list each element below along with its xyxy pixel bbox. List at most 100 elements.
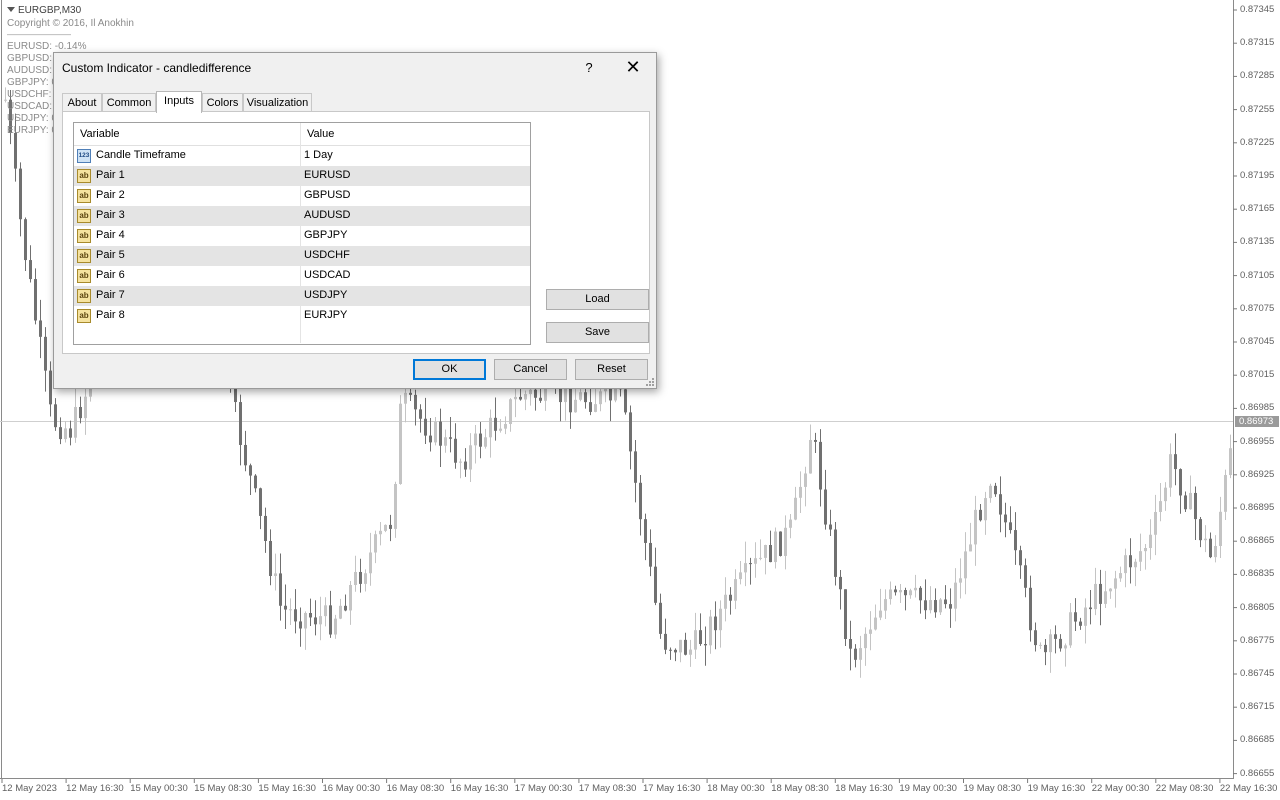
- candle-body: [1199, 519, 1202, 541]
- candle-body: [624, 389, 627, 413]
- candle-body: [309, 613, 312, 618]
- candle-body: [59, 427, 62, 440]
- candle-body: [569, 387, 572, 413]
- candle-body: [1089, 607, 1092, 610]
- collapse-triangle-icon[interactable]: [7, 7, 15, 12]
- candle-body: [904, 590, 907, 596]
- symbol-title[interactable]: EURGBP,M30: [7, 5, 81, 16]
- input-row[interactable]: ab Pair 4 GBPJPY: [74, 226, 530, 246]
- candle-body: [844, 589, 847, 639]
- candle-body: [714, 616, 717, 631]
- candle-body: [584, 392, 587, 403]
- indicator-value-line: USDCHF:: [7, 89, 52, 100]
- save-button[interactable]: Save: [546, 322, 649, 343]
- indicator-copyright: Copyright © 2016, Il Anokhin: [7, 18, 134, 29]
- candle-body: [254, 475, 257, 489]
- candle-body: [484, 437, 487, 447]
- reset-button[interactable]: Reset: [575, 359, 648, 380]
- candle-body: [444, 437, 447, 446]
- input-value[interactable]: USDCAD: [304, 269, 350, 281]
- candle-body: [239, 402, 242, 445]
- input-value[interactable]: AUDUSD: [304, 209, 350, 221]
- candle-body: [509, 399, 512, 424]
- column-variable-header[interactable]: Variable: [80, 128, 120, 140]
- candle-body: [1149, 534, 1152, 548]
- cancel-button[interactable]: Cancel: [494, 359, 567, 380]
- input-row[interactable]: ab Pair 6 USDCAD: [74, 266, 530, 286]
- candle-body: [1014, 530, 1017, 551]
- tab-common[interactable]: Common: [102, 93, 156, 111]
- candle-body: [29, 260, 32, 280]
- resize-grip-icon[interactable]: [646, 378, 654, 386]
- candle-body: [1129, 555, 1132, 568]
- input-row[interactable]: ab Pair 3 AUDUSD: [74, 206, 530, 226]
- help-button[interactable]: ?: [584, 60, 594, 75]
- candle-body: [1204, 538, 1207, 541]
- tab-about[interactable]: About: [62, 93, 102, 111]
- candle-body: [1069, 612, 1072, 646]
- tab-inputs[interactable]: Inputs: [156, 91, 202, 113]
- input-variable-name: Pair 1: [96, 169, 125, 181]
- symbol-title-text: EURGBP,M30: [18, 5, 82, 16]
- candle-body: [1084, 607, 1087, 626]
- candle-body: [929, 600, 932, 611]
- price-tick-label: 0.86865: [1240, 535, 1275, 547]
- candle-body: [1104, 591, 1107, 604]
- inputs-grid[interactable]: Variable Value 123 Candle Timeframe 1 Day a…: [73, 122, 531, 345]
- candle-body: [909, 590, 912, 596]
- input-row[interactable]: ab Pair 7 USDJPY: [74, 286, 530, 306]
- time-tick-label: 19 May 00:30: [899, 783, 957, 794]
- candle-body: [1164, 487, 1167, 502]
- time-tick-label: 22 May 08:30: [1155, 783, 1214, 794]
- candle-body: [1119, 573, 1122, 579]
- candle-body: [1144, 547, 1147, 552]
- candle-body: [354, 571, 357, 586]
- time-tick-label: 17 May 16:30: [643, 783, 701, 794]
- candle-body: [634, 451, 637, 483]
- candle-body: [449, 437, 452, 439]
- candle-body: [1044, 644, 1047, 653]
- input-row[interactable]: ab Pair 5 USDCHF: [74, 246, 530, 266]
- candle-body: [1034, 630, 1037, 646]
- candle-body: [1064, 645, 1067, 649]
- candle-body: [729, 594, 732, 601]
- input-value[interactable]: EURJPY: [304, 309, 347, 321]
- tab-colors[interactable]: Colors: [202, 93, 243, 111]
- input-value[interactable]: 1 Day: [304, 149, 333, 161]
- input-row[interactable]: ab Pair 8 EURJPY: [74, 306, 530, 326]
- text-icon: ab: [77, 229, 91, 243]
- input-variable-name: Pair 7: [96, 289, 125, 301]
- candle-body: [719, 608, 722, 631]
- candle-body: [1224, 475, 1227, 512]
- time-tick-label: 12 May 2023: [2, 783, 57, 794]
- input-row[interactable]: 123 Candle Timeframe 1 Day: [74, 146, 530, 166]
- candle-body: [734, 579, 737, 601]
- candle-body: [34, 279, 37, 321]
- input-row[interactable]: ab Pair 1 EURUSD: [74, 166, 530, 186]
- column-value-header[interactable]: Value: [307, 128, 334, 140]
- load-button[interactable]: Load: [546, 289, 649, 310]
- overlay-separator: ————————: [7, 30, 71, 39]
- candle-body: [809, 439, 812, 474]
- input-value[interactable]: USDJPY: [304, 289, 347, 301]
- input-value[interactable]: GBPUSD: [304, 189, 350, 201]
- time-tick-label: 19 May 16:30: [1027, 783, 1086, 794]
- candle-body: [464, 461, 467, 470]
- candle-body: [599, 391, 602, 405]
- candle-body: [1219, 511, 1222, 547]
- time-tick-label: 16 May 16:30: [450, 783, 509, 794]
- input-value[interactable]: EURUSD: [304, 169, 350, 181]
- tab-visualization[interactable]: Visualization: [243, 93, 312, 111]
- input-value[interactable]: GBPJPY: [304, 229, 347, 241]
- close-button[interactable]: ✕: [622, 56, 644, 78]
- ok-button[interactable]: OK: [413, 359, 486, 380]
- candle-body: [384, 524, 387, 531]
- candle-body: [579, 392, 582, 400]
- candle-body: [479, 433, 482, 447]
- input-value[interactable]: USDCHF: [304, 249, 350, 261]
- input-row[interactable]: ab Pair 2 GBPUSD: [74, 186, 530, 206]
- candle-body: [279, 573, 282, 606]
- time-tick-label: 22 May 00:30: [1091, 783, 1150, 794]
- price-tick-label: 0.86925: [1240, 468, 1275, 480]
- price-tick-label: 0.87315: [1240, 37, 1275, 49]
